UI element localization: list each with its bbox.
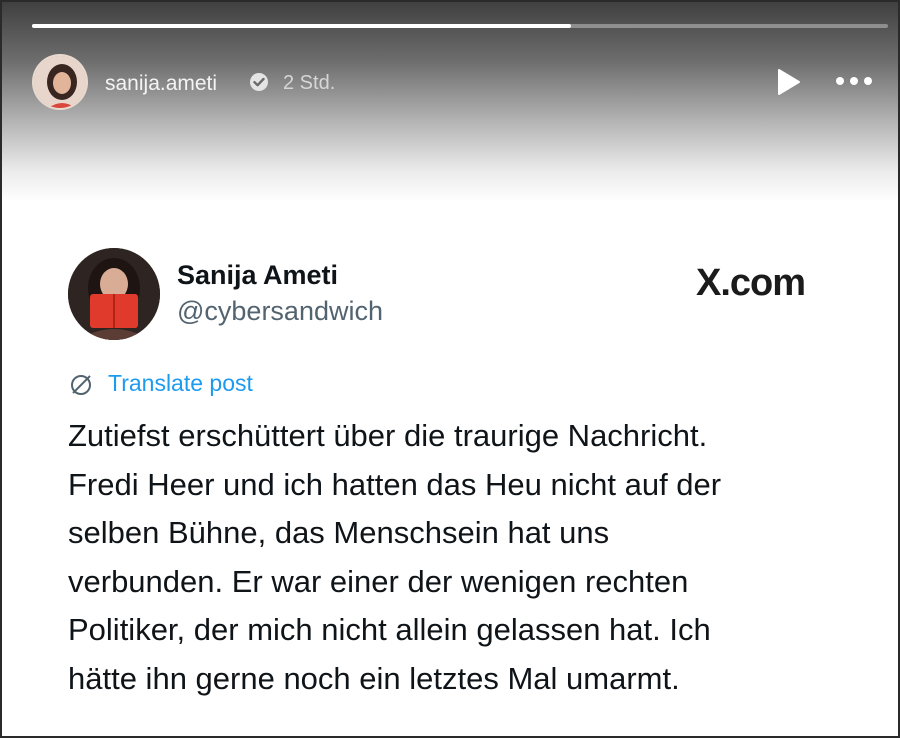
tweet-text-line: Politiker, der mich nicht allein gelasse… (68, 612, 711, 647)
story-header-gradient (2, 2, 898, 202)
translate-post-link[interactable]: Translate post (108, 370, 253, 397)
tweet-text-line: Zutiefst erschüttert über die traurige N… (68, 418, 708, 453)
translate-globe-icon (68, 371, 94, 397)
author-name[interactable]: Sanija Ameti (177, 260, 338, 291)
more-options-icon[interactable] (832, 68, 876, 94)
story-progress-bar (32, 24, 888, 28)
tweet-text-line: selben Bühne, das Menschsein hat uns (68, 515, 610, 550)
story-frame: sanija.ameti 2 Std. Sanija Ameti @cybers… (0, 0, 900, 738)
tweet-text-line: Fredi Heer und ich hatten das Heu nicht … (68, 466, 722, 502)
play-icon[interactable] (772, 66, 804, 98)
story-avatar[interactable] (32, 54, 88, 110)
author-avatar[interactable] (68, 248, 160, 340)
story-username[interactable]: sanija.ameti (105, 72, 217, 96)
tweet-text-line: hätte ihn gerne noch ein letztes Mal uma… (68, 660, 680, 696)
author-handle[interactable]: @cybersandwich (177, 296, 383, 327)
x-com-logo: X.com (696, 262, 806, 304)
verified-check-icon (249, 72, 269, 92)
tweet-text-line: verbunden. Er war einer der wenigen rech… (68, 563, 689, 599)
story-progress-fill (32, 24, 572, 28)
story-timestamp: 2 Std. (283, 72, 336, 94)
tweet-text: Zutiefst erschüttert über die traurige N… (68, 412, 838, 703)
